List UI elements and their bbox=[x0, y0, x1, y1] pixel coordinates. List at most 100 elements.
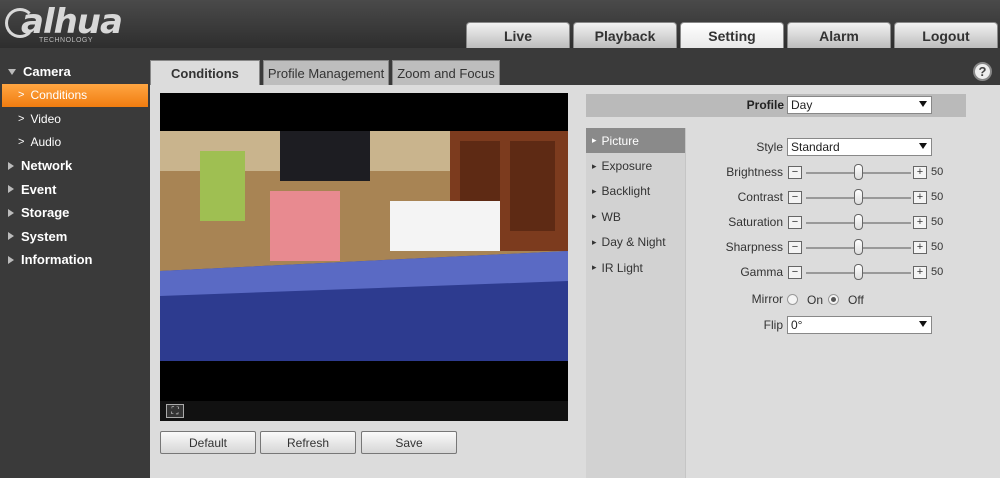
brightness-increase-button[interactable]: + bbox=[913, 166, 927, 179]
triangle-right-icon: ▸ bbox=[592, 160, 597, 171]
triangle-right-icon: ▸ bbox=[592, 185, 597, 196]
submenu-item-label: Picture bbox=[601, 133, 639, 148]
mirror-label: Mirror bbox=[751, 292, 783, 306]
sidebar-item-label: System bbox=[21, 228, 68, 244]
mirror-row: Mirror bbox=[700, 289, 783, 309]
condition-submenu: ▸ Picture ▸ Exposure ▸ Backlight ▸ WB ▸ … bbox=[586, 128, 686, 478]
sharpness-increase-button[interactable]: + bbox=[913, 241, 927, 254]
submenu-item-label: Backlight bbox=[601, 184, 651, 199]
brightness-label: Brightness bbox=[726, 165, 783, 179]
save-button[interactable]: Save bbox=[361, 431, 457, 454]
sidebar-item-event[interactable]: Event bbox=[0, 178, 150, 202]
tab-profile-management[interactable]: Profile Management bbox=[262, 60, 390, 85]
saturation-value: 50 bbox=[931, 216, 944, 228]
submenu-item-exposure[interactable]: ▸ Exposure bbox=[586, 153, 685, 178]
sub-tabs: Conditions Profile Management Zoom and F… bbox=[150, 60, 503, 85]
fullscreen-icon[interactable]: ⛶ bbox=[166, 404, 184, 418]
flip-label: Flip bbox=[763, 318, 783, 332]
saturation-decrease-button[interactable]: − bbox=[788, 216, 802, 229]
flip-select-value: 0° bbox=[791, 318, 803, 332]
triangle-right-icon bbox=[8, 208, 14, 217]
profile-bar: Profile Day bbox=[586, 94, 966, 117]
sidebar-item-network[interactable]: Network bbox=[0, 154, 150, 178]
default-button[interactable]: Default bbox=[160, 431, 256, 454]
sidebar-item-information[interactable]: Information bbox=[0, 248, 150, 272]
sidebar-item-camera[interactable]: Camera bbox=[0, 60, 150, 84]
tab-conditions[interactable]: Conditions bbox=[150, 60, 260, 85]
nav-tab-logout[interactable]: Logout bbox=[894, 22, 998, 48]
sidebar-item-conditions[interactable]: > Conditions bbox=[2, 83, 148, 107]
main-nav: Live Playback Setting Alarm Logout bbox=[466, 22, 1000, 48]
saturation-increase-button[interactable]: + bbox=[913, 216, 927, 229]
contrast-label: Contrast bbox=[737, 190, 783, 204]
mirror-on-radio[interactable] bbox=[787, 294, 798, 305]
help-icon[interactable]: ? bbox=[973, 62, 992, 81]
profile-label: Profile bbox=[746, 98, 784, 112]
saturation-row: Saturation bbox=[700, 212, 783, 232]
triangle-right-icon: ▸ bbox=[592, 135, 597, 146]
submenu-item-wb[interactable]: ▸ WB bbox=[586, 204, 685, 229]
nav-tab-alarm[interactable]: Alarm bbox=[787, 22, 891, 48]
contrast-decrease-button[interactable]: − bbox=[788, 191, 802, 204]
dropdown-arrow-icon bbox=[919, 143, 927, 149]
camera-feed-image bbox=[160, 131, 568, 361]
content-panel: ⛶ Default Refresh Save Profile Day ▸ Pic… bbox=[150, 85, 1000, 478]
style-select-value: Standard bbox=[791, 140, 840, 154]
sidebar-item-audio[interactable]: > Audio bbox=[0, 131, 150, 155]
dropdown-arrow-icon bbox=[919, 101, 927, 107]
dropdown-arrow-icon bbox=[919, 321, 927, 327]
sharpness-row: Sharpness bbox=[700, 237, 783, 257]
triangle-right-icon bbox=[8, 185, 14, 194]
tab-zoom-and-focus[interactable]: Zoom and Focus bbox=[392, 60, 500, 85]
gamma-slider-thumb[interactable] bbox=[854, 264, 863, 280]
sidebar-item-video[interactable]: > Video bbox=[0, 107, 150, 131]
sidebar-item-label: Camera bbox=[23, 64, 71, 80]
contrast-row: Contrast bbox=[700, 187, 783, 207]
submenu-item-label: Exposure bbox=[601, 159, 653, 174]
sharpness-slider-thumb[interactable] bbox=[854, 239, 863, 255]
nav-tab-playback[interactable]: Playback bbox=[573, 22, 677, 48]
contrast-increase-button[interactable]: + bbox=[913, 191, 927, 204]
logo-text: alhua bbox=[21, 2, 123, 42]
sidebar-item-label: Information bbox=[21, 252, 93, 268]
gamma-increase-button[interactable]: + bbox=[913, 266, 927, 279]
dahua-logo: alhua TECHNOLOGY bbox=[5, 2, 135, 46]
sidebar-item-label: Storage bbox=[21, 205, 70, 221]
sidebar-item-label: Event bbox=[21, 181, 57, 197]
submenu-item-picture[interactable]: ▸ Picture bbox=[586, 128, 685, 154]
sidebar-item-label: Audio bbox=[30, 135, 62, 150]
submenu-item-day-night[interactable]: ▸ Day & Night bbox=[586, 230, 685, 255]
nav-tab-live[interactable]: Live bbox=[466, 22, 570, 48]
sharpness-decrease-button[interactable]: − bbox=[788, 241, 802, 254]
submenu-item-label: WB bbox=[601, 209, 621, 224]
gamma-value: 50 bbox=[931, 266, 944, 278]
sidebar-item-label: Conditions bbox=[30, 88, 88, 103]
gamma-decrease-button[interactable]: − bbox=[788, 266, 802, 279]
brightness-decrease-button[interactable]: − bbox=[788, 166, 802, 179]
submenu-item-backlight[interactable]: ▸ Backlight bbox=[586, 179, 685, 204]
mirror-off-radio[interactable] bbox=[828, 294, 839, 305]
triangle-right-icon bbox=[8, 161, 14, 170]
sidebar-item-storage[interactable]: Storage bbox=[0, 201, 150, 225]
refresh-button[interactable]: Refresh bbox=[260, 431, 356, 454]
brightness-slider-thumb[interactable] bbox=[854, 164, 863, 180]
chevron-right-icon: > bbox=[18, 136, 25, 149]
sidebar: Camera > Conditions > Video > Audio Netw… bbox=[0, 60, 150, 478]
sharpness-value: 50 bbox=[931, 241, 944, 253]
style-label: Style bbox=[756, 140, 783, 154]
mirror-on-label: On bbox=[807, 293, 824, 307]
saturation-slider-thumb[interactable] bbox=[854, 214, 863, 230]
sidebar-item-label: Network bbox=[21, 158, 73, 174]
flip-select[interactable]: 0° bbox=[787, 316, 932, 334]
sidebar-item-system[interactable]: System bbox=[0, 225, 150, 249]
video-toolbar: ⛶ bbox=[160, 401, 568, 421]
submenu-item-ir-light[interactable]: ▸ IR Light bbox=[586, 255, 685, 280]
profile-select[interactable]: Day bbox=[787, 96, 932, 114]
nav-tab-setting[interactable]: Setting bbox=[680, 22, 784, 48]
triangle-right-icon bbox=[8, 232, 14, 241]
triangle-down-icon bbox=[8, 68, 16, 75]
brightness-value: 50 bbox=[931, 166, 944, 178]
contrast-slider-thumb[interactable] bbox=[854, 189, 863, 205]
flip-row: Flip bbox=[700, 315, 783, 335]
style-select[interactable]: Standard bbox=[787, 138, 932, 156]
